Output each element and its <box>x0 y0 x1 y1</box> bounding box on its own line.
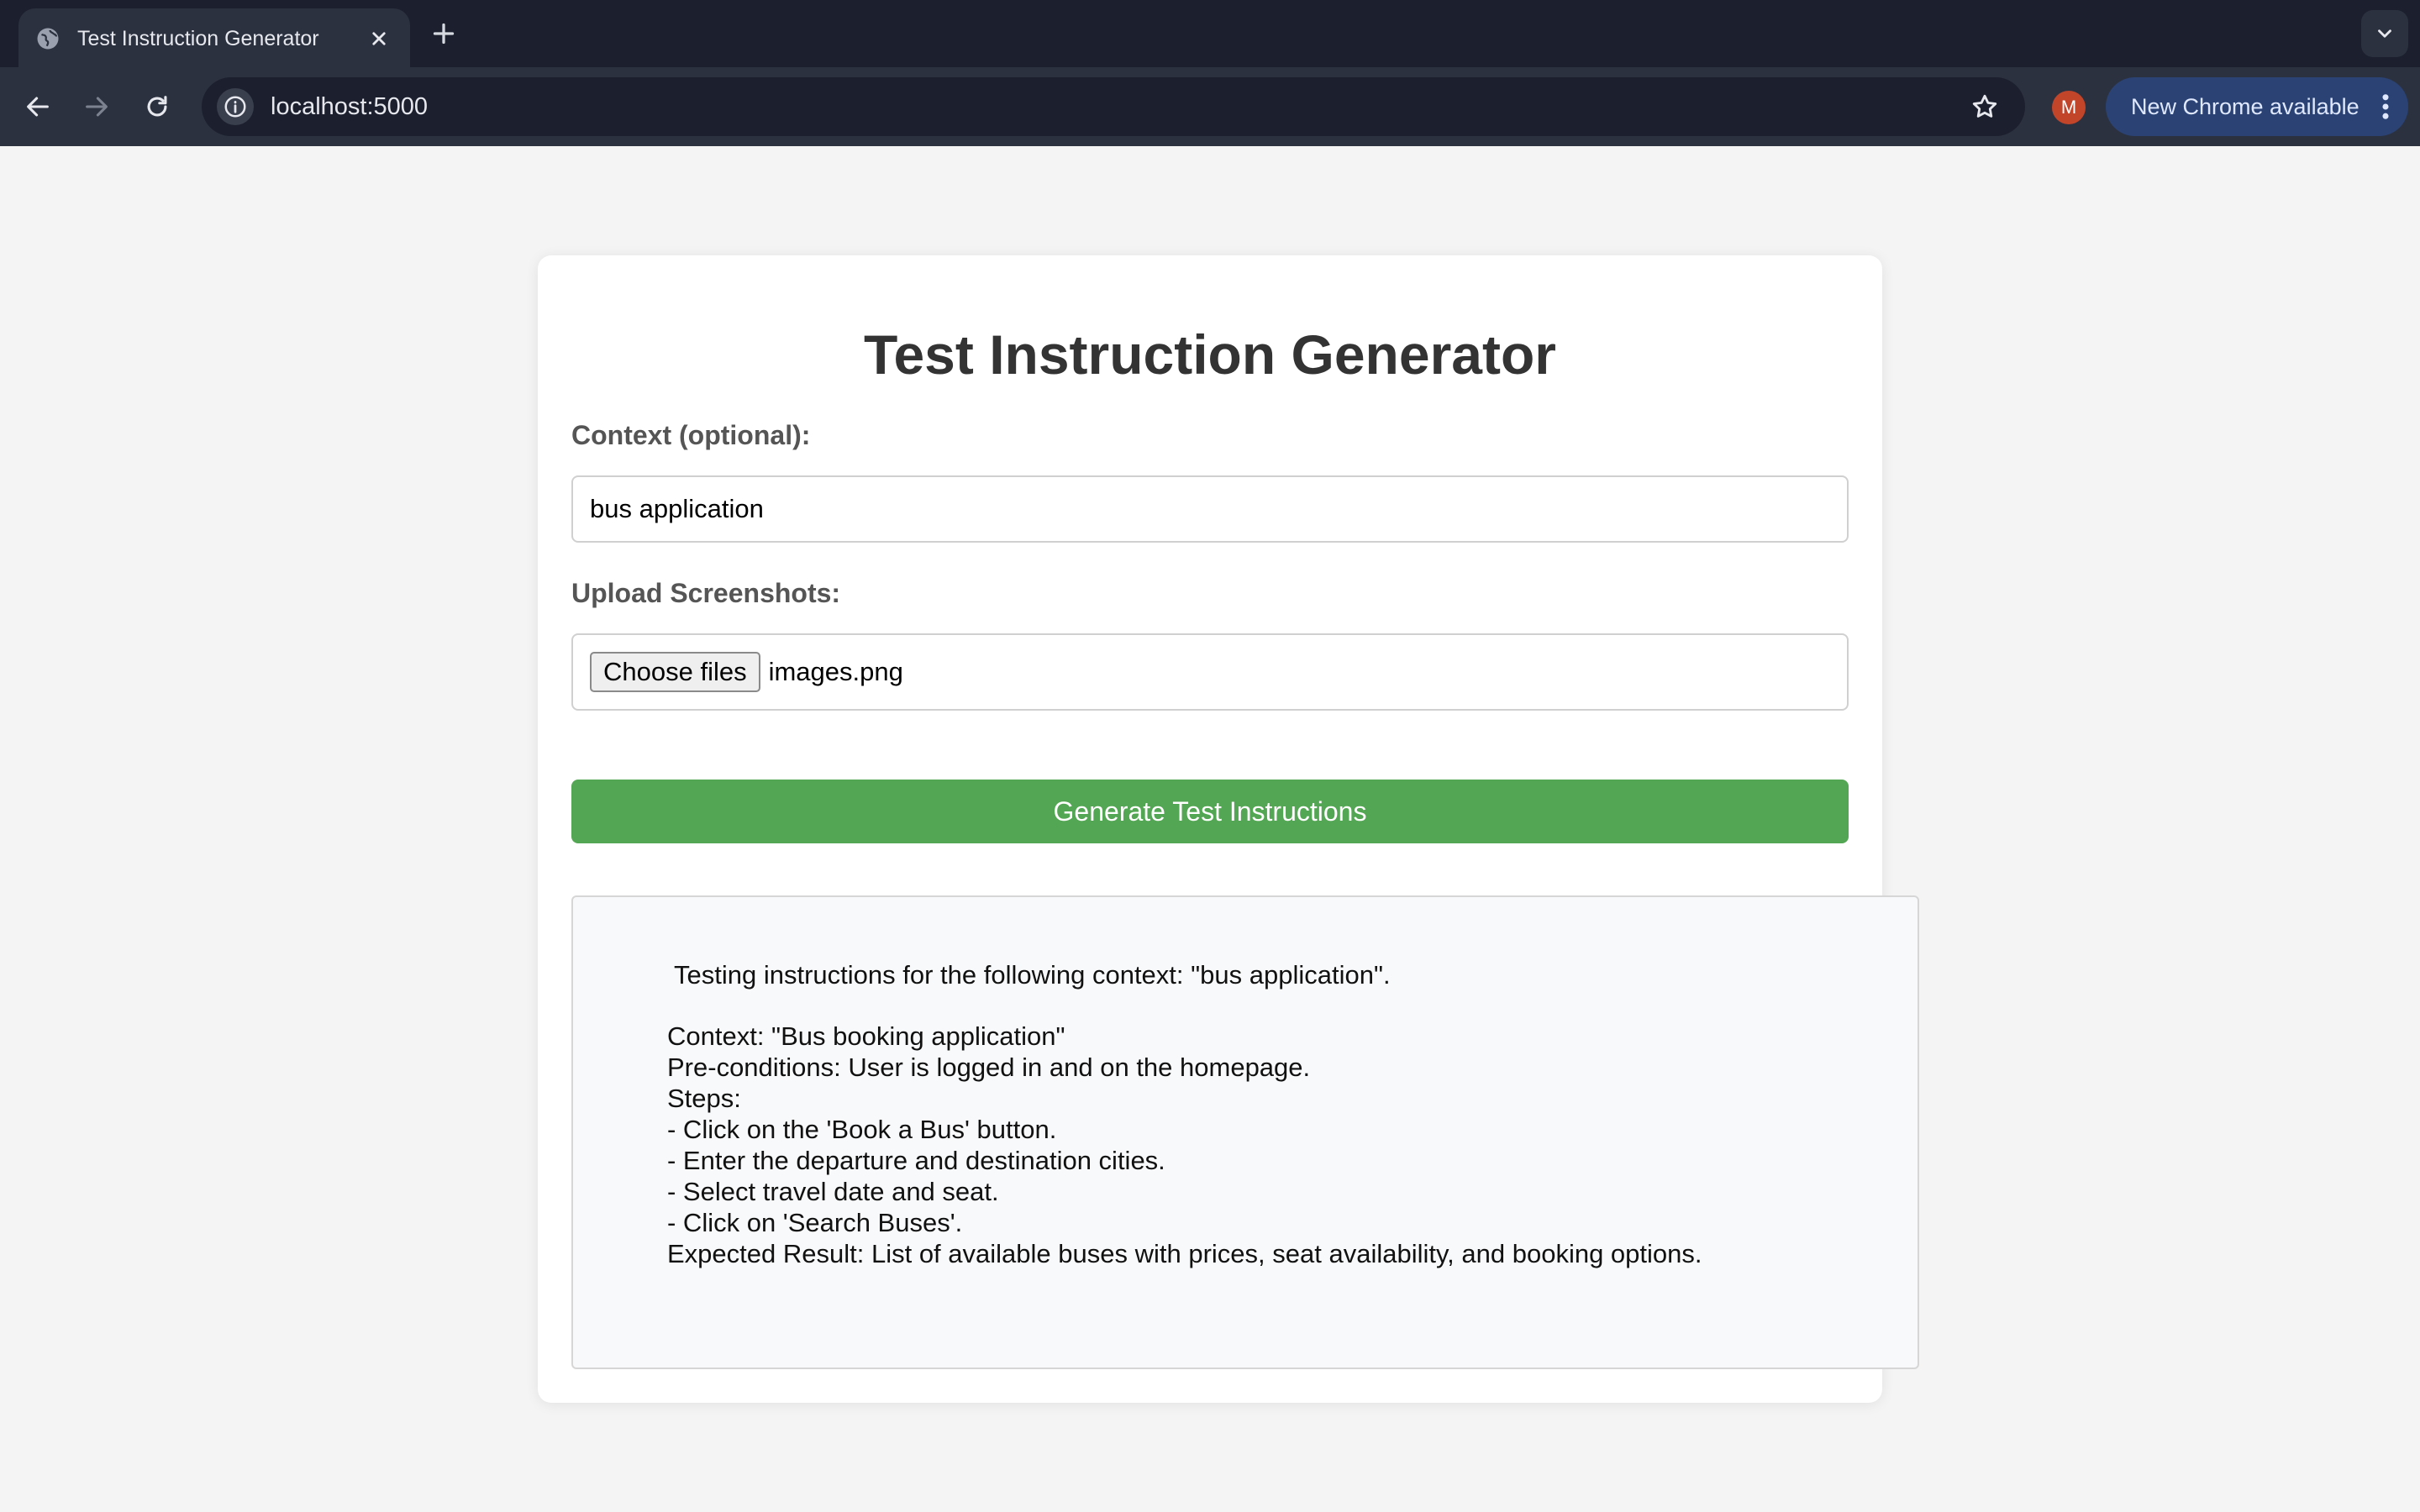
forward-arrow-icon <box>86 97 108 117</box>
reload-button[interactable] <box>136 86 178 128</box>
globe-icon <box>37 28 59 50</box>
file-upload-field[interactable]: Choose files images.png <box>571 633 1849 711</box>
profile-avatar[interactable]: M <box>2052 91 2086 124</box>
update-chrome-button[interactable]: New Chrome available <box>2106 77 2408 136</box>
result-line: - Click on 'Search Buses'. <box>667 1208 963 1237</box>
browser-toolbar: localhost:5000 M New Chrome available <box>0 67 2420 146</box>
result-line: - Select travel date and seat. <box>667 1177 999 1206</box>
update-label: New Chrome available <box>2131 93 2360 119</box>
browser-tab[interactable]: Test Instruction Generator <box>18 8 410 69</box>
result-line: Expected Result: List of available buses… <box>667 1239 1702 1268</box>
result-panel: Testing instructions for the following c… <box>571 895 1919 1369</box>
url-text[interactable]: localhost:5000 <box>271 93 1968 121</box>
result-line: - Click on the 'Book a Bus' button. <box>667 1115 1057 1144</box>
choose-files-button[interactable]: Choose files <box>590 652 760 692</box>
context-input[interactable] <box>571 475 1849 543</box>
address-bar[interactable]: localhost:5000 <box>202 77 2025 136</box>
result-intro: Testing instructions for the following c… <box>674 960 1391 990</box>
forward-button[interactable] <box>76 86 118 128</box>
tab-search-button[interactable] <box>2361 10 2408 57</box>
back-arrow-icon <box>27 97 49 117</box>
main-card: Test Instruction Generator Context (opti… <box>538 255 1919 1403</box>
site-info-button[interactable] <box>217 88 254 125</box>
result-line: - Enter the departure and destination ci… <box>667 1146 1165 1175</box>
page-title: Test Instruction Generator <box>864 323 1556 386</box>
selected-file-name: images.png <box>768 657 903 686</box>
result-line: Context: "Bus booking application" <box>667 1021 1065 1051</box>
bookmark-button[interactable] <box>1968 90 2002 123</box>
back-button[interactable] <box>17 86 59 128</box>
more-vert-icon[interactable] <box>2381 93 2390 120</box>
result-line: Pre-conditions: User is logged in and on… <box>667 1053 1311 1082</box>
close-icon[interactable] <box>366 26 392 51</box>
reload-icon <box>147 96 167 117</box>
info-icon <box>224 96 246 118</box>
tab-strip: Test Instruction Generator <box>0 0 2420 69</box>
result-line: Steps: <box>667 1084 741 1113</box>
context-label: Context (optional): <box>571 420 811 450</box>
plus-icon[interactable] <box>429 18 459 49</box>
star-icon <box>1972 94 1997 118</box>
generate-button[interactable]: Generate Test Instructions <box>571 780 1849 843</box>
upload-label: Upload Screenshots: <box>571 578 841 608</box>
tab-title: Test Instruction Generator <box>77 26 319 50</box>
chevron-down-icon <box>2378 29 2391 38</box>
